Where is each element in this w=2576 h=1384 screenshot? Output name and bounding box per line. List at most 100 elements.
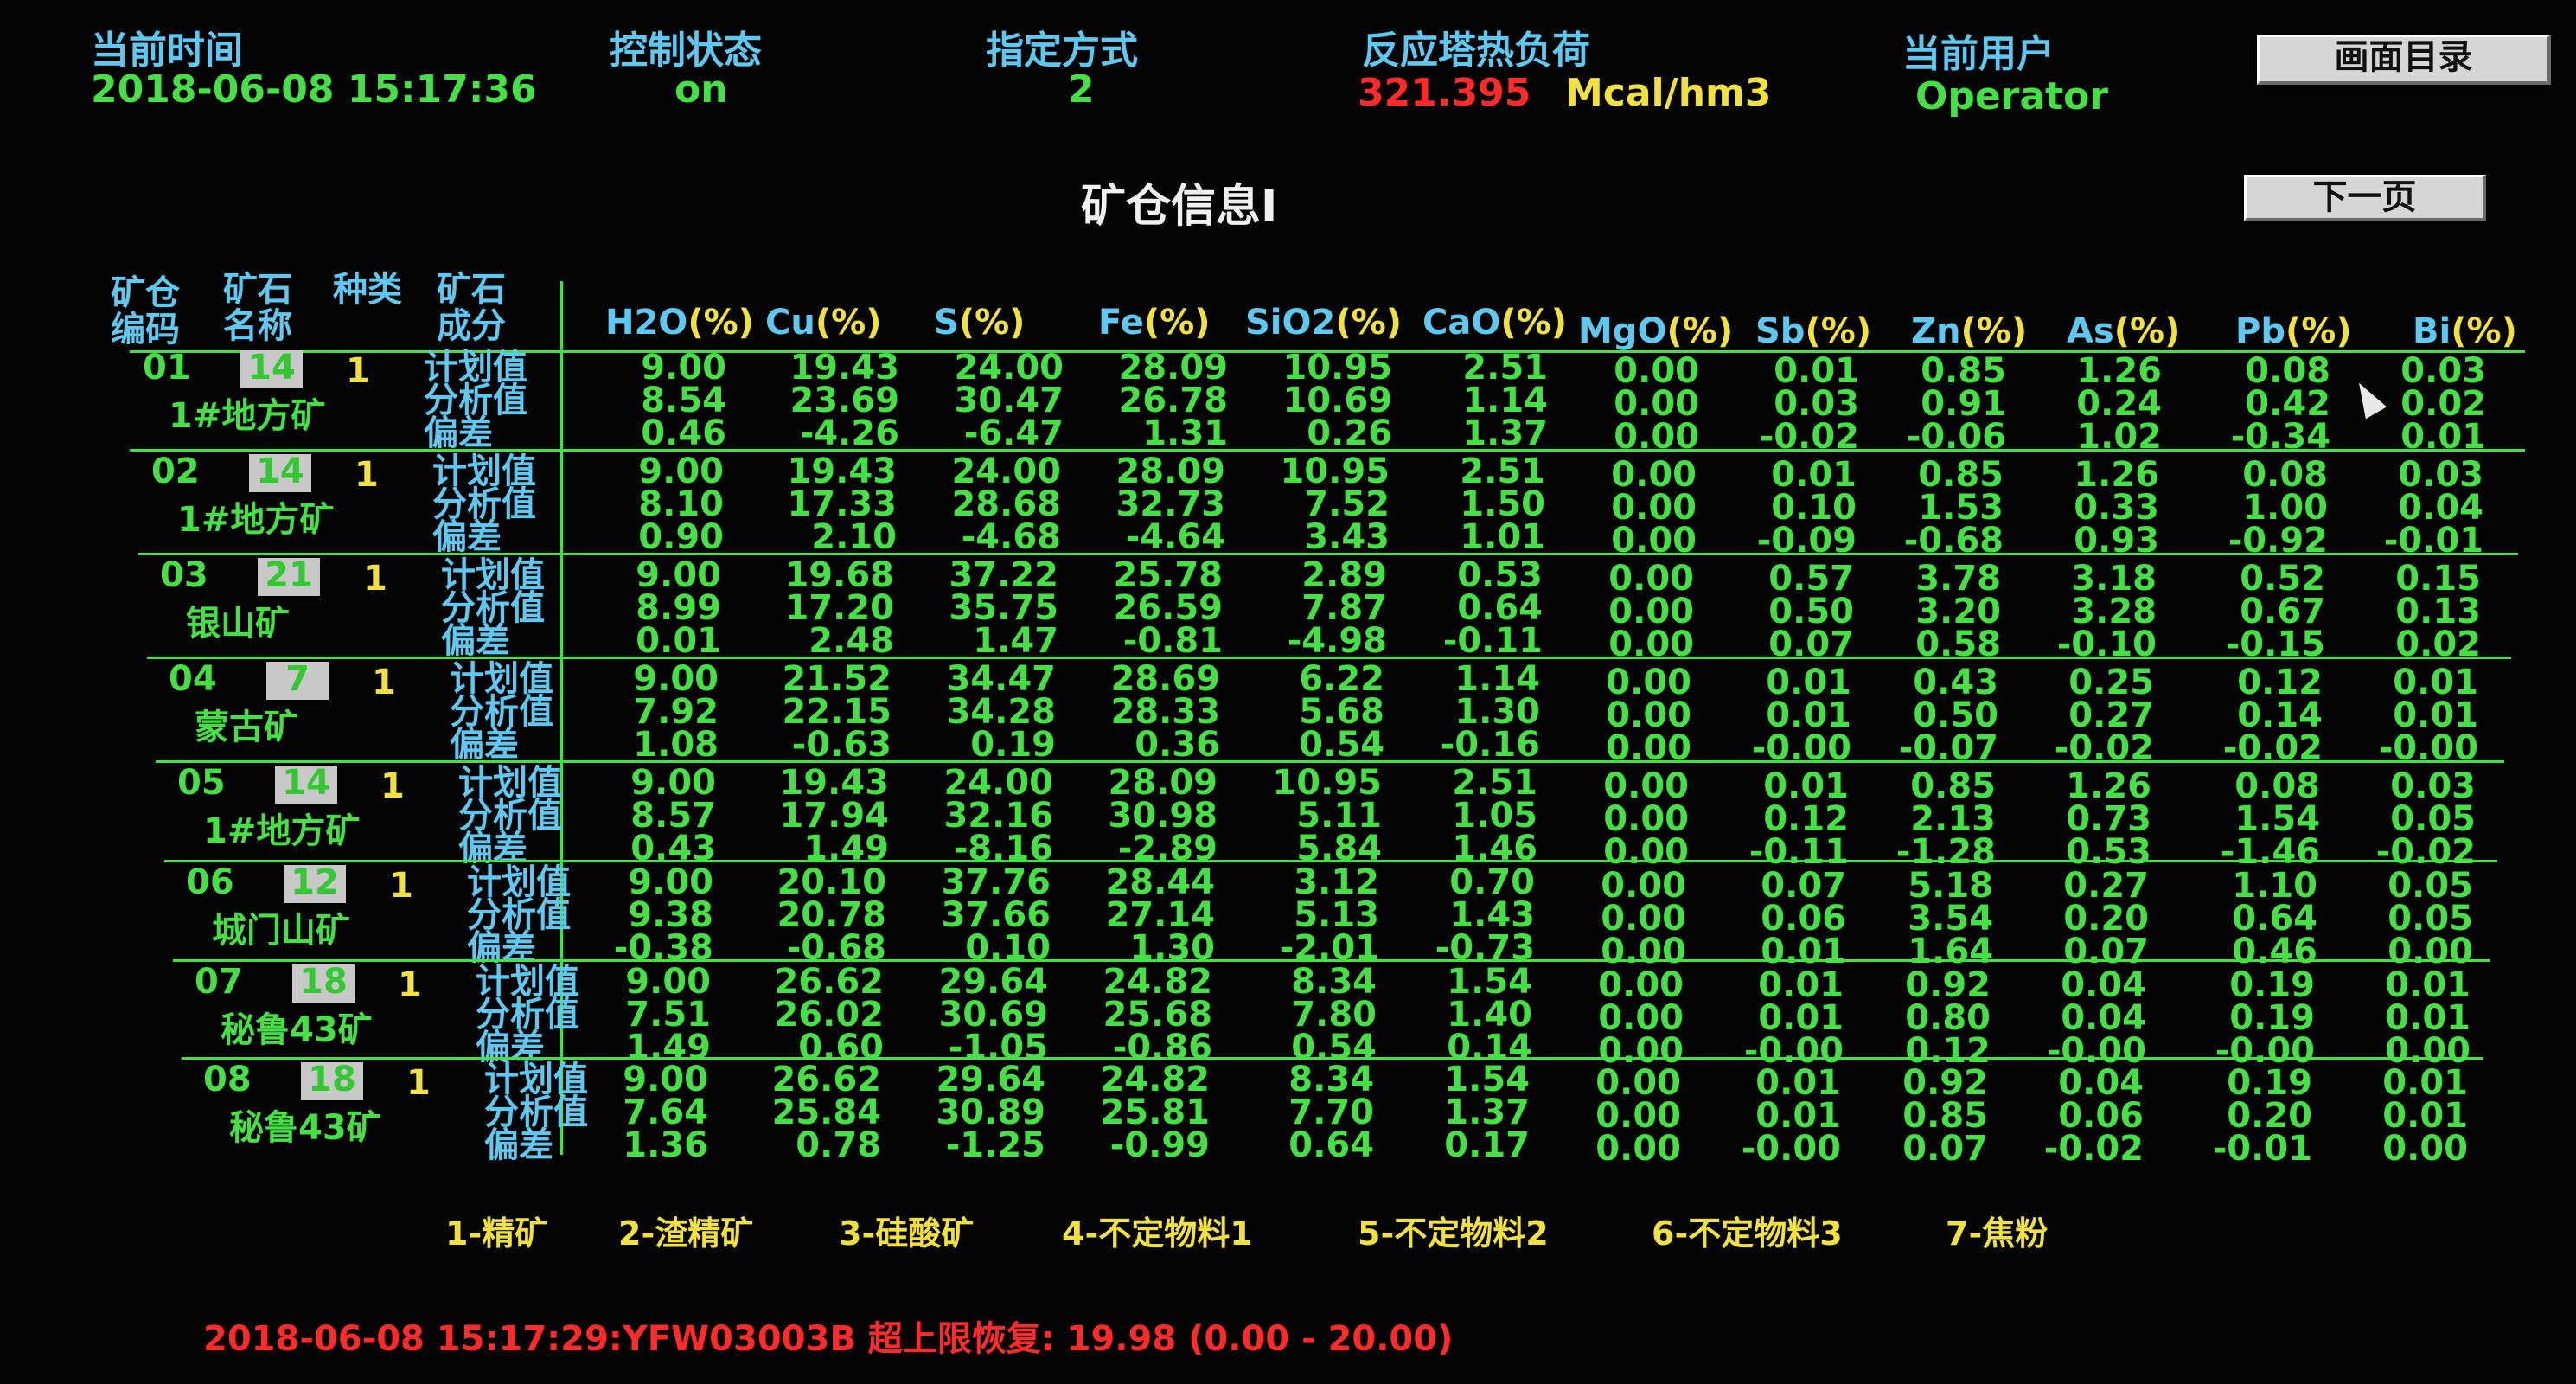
table-cell: 1.01 [1460,517,1545,557]
table-cell: 10.69 [1282,381,1392,420]
ore-name: 1#地方矿 [203,811,361,851]
ore-type-box[interactable]: 14 [240,350,303,388]
table-cell: 8.99 [636,588,721,628]
table-cell: 0.19 [2229,965,2315,1005]
table-cell: 1.26 [2074,455,2159,495]
ore-name: 蒙古矿 [195,708,298,747]
table-cell: 19.68 [784,555,894,595]
table-cell: -0.02 [2043,1129,2144,1169]
table-cell: 1.26 [2066,766,2151,806]
ore-type-box[interactable]: 18 [292,964,355,1003]
table-cell: 0.85 [1921,351,2006,391]
table-cell: 0.04 [2061,965,2146,1005]
ore-kind: 1 [372,663,396,702]
table-cell: 0.01 [2393,695,2478,735]
legend-item: 6-不定物料3 [1652,1214,1843,1253]
table-cell: -0.63 [791,725,892,765]
table-cell: 0.13 [2395,592,2481,631]
table-cell: 9.00 [628,862,713,902]
table-cell: 0.03 [1774,384,1859,424]
ore-type-box[interactable]: 21 [258,558,320,596]
table-cell: 0.53 [1457,555,1543,595]
bin-code: 06 [186,862,234,902]
row-label: 分析值 [484,1092,588,1132]
table-cell: 29.64 [936,1060,1045,1099]
table-cell: 0.50 [1768,592,1854,631]
table-cell: 2.51 [1462,348,1548,388]
table-cell: 26.59 [1113,588,1223,628]
ore-name: 1#地方矿 [169,396,326,436]
table-cell: 8.54 [641,381,726,420]
current-user-value: Operator [1915,74,2109,119]
table-cell: 28.44 [1105,862,1215,902]
bin-code: 07 [195,962,243,1002]
table-cell: 0.24 [2076,384,2162,424]
table-cell: -6.47 [963,413,1064,453]
column-header-pb: Pb(%) [2235,311,2352,351]
table-cell: 32.16 [943,796,1053,836]
table-cell: 0.20 [2063,899,2149,939]
table-cell: 9.00 [633,659,719,699]
table-cell: 30.89 [936,1092,1045,1132]
table-cell: 9.38 [628,895,713,935]
table-cell: 2.51 [1460,452,1545,491]
table-cell: 0.01 [2385,965,2471,1005]
table-cell: 1.40 [1447,995,1532,1035]
table-cell: 0.07 [1902,1129,1988,1169]
table-cell: 0.00 [1611,488,1697,528]
table-cell: 0.54 [1299,725,1384,765]
table-cell: 2.10 [811,517,897,557]
table-cell: 17.33 [787,484,897,524]
table-cell: -0.99 [1109,1125,1210,1165]
table-cell: 37.22 [949,555,1058,595]
table-cell: -0.01 [2212,1129,2312,1169]
table-cell: 0.00 [1595,1129,1681,1169]
legend-item: 5-不定物料2 [1358,1214,1549,1253]
table-cell: 7.64 [623,1092,708,1132]
table-cell: -4.26 [799,413,899,453]
table-cell: 7.70 [1288,1092,1374,1132]
table-cell: 26.78 [1118,381,1228,420]
ore-type-box[interactable]: 12 [284,865,346,903]
table-cell: 25.81 [1100,1092,1210,1132]
column-header-cao: CaO(%) [1422,303,1567,343]
table-cell: 25.78 [1113,555,1223,595]
table-cell: 3.28 [2071,592,2157,631]
screen-menu-button[interactable]: 画面目录 [2257,35,2551,85]
table-cell: 25.84 [771,1092,881,1132]
table-cell: 5.13 [1294,895,1379,935]
row-label: 分析值 [467,895,571,935]
table-cell: 0.46 [641,413,726,453]
column-header-sio2: SiO2(%) [1245,303,1402,343]
table-cell: 1.08 [633,725,719,765]
table-cell: 0.01 [1758,965,1844,1005]
table-cell: 9.00 [638,452,724,491]
current-time-value: 2018-06-08 15:17:36 [91,67,537,112]
ore-type-box[interactable]: 14 [249,454,311,492]
table-cell: 22.15 [782,692,892,732]
table-cell: 0.19 [2227,1063,2312,1103]
bin-code-header: 矿仓 编码 [111,273,180,349]
ore-kind: 1 [380,766,405,806]
ore-name: 1#地方矿 [177,500,335,540]
table-cell: 32.73 [1115,484,1225,524]
table-cell: -4.64 [1125,517,1225,557]
ore-type-box[interactable]: 18 [301,1062,363,1100]
table-cell: 5.11 [1296,796,1382,836]
table-cell: 0.01 [636,621,721,661]
next-page-button[interactable]: 下一页 [2244,175,2486,221]
table-cell: 10.95 [1272,763,1382,803]
ore-type-box[interactable]: 14 [275,766,337,804]
table-cell: 0.27 [2068,695,2154,735]
table-cell: 0.06 [1761,899,1846,939]
table-cell: 0.00 [1601,932,1686,971]
bin-code: 01 [143,348,191,388]
table-cell: 0.90 [638,517,724,557]
column-header-mgo: MgO(%) [1578,311,1734,351]
table-cell: 0.85 [1902,1096,1988,1136]
ore-type-box[interactable]: 7 [266,662,329,700]
table-cell: 20.10 [777,862,886,902]
table-cell: 7.52 [1304,484,1390,524]
table-cell: 0.07 [2063,932,2149,971]
table-cell: 0.01 [2393,663,2478,702]
